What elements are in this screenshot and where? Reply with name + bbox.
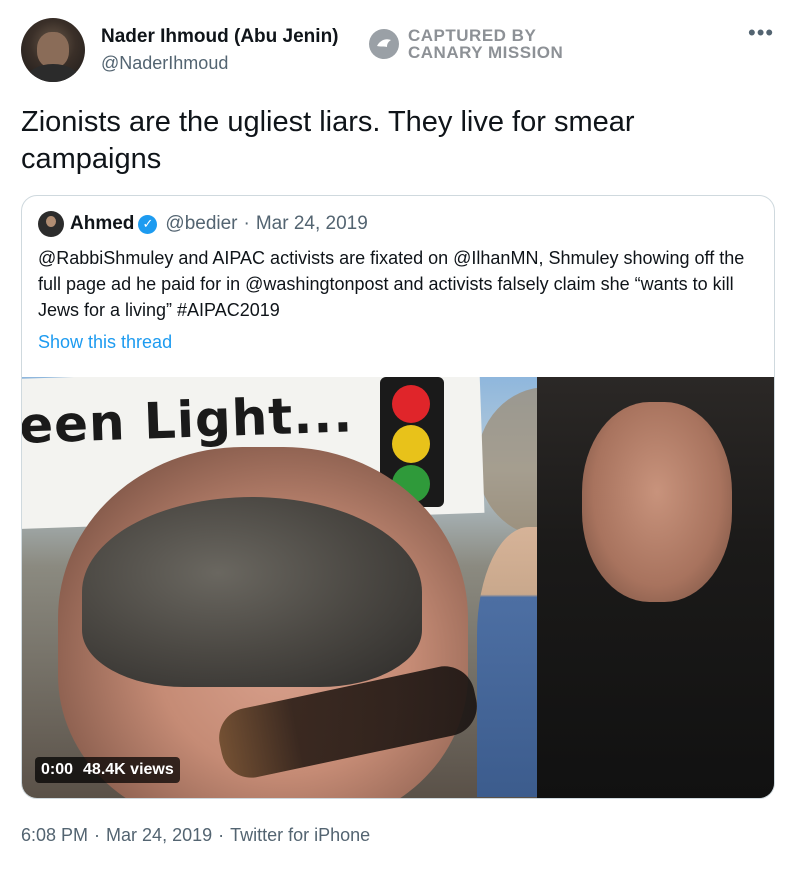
tweet: Nader Ihmoud (Abu Jenin) @NaderIhmoud CA… (0, 0, 800, 874)
tweet-source[interactable]: Twitter for iPhone (230, 825, 370, 845)
quoted-author-avatar[interactable] (38, 211, 64, 237)
video-player[interactable]: een Light... 0:00 48.4K views (22, 377, 774, 798)
separator-dot: · (94, 825, 101, 845)
watermark-line1: CAPTURED BY (408, 26, 537, 45)
video-time: 0:00 (41, 761, 74, 778)
canary-watermark: CAPTURED BY CANARY MISSION (369, 27, 563, 61)
video-status-pill: 0:00 48.4K views (35, 757, 180, 783)
separator-dot: · (218, 825, 225, 845)
quoted-tweet[interactable]: Ahmed ✓ @bedier · Mar 24, 2019 @RabbiShm… (21, 195, 775, 799)
author-avatar[interactable] (21, 18, 85, 82)
canary-logo-icon (369, 29, 399, 59)
quoted-author-name[interactable]: Ahmed (70, 213, 134, 235)
quoted-tweet-header: Ahmed ✓ @bedier · Mar 24, 2019 (38, 211, 368, 237)
author-handle[interactable]: @NaderIhmoud (101, 53, 228, 74)
tweet-time[interactable]: 6:08 PM (21, 825, 88, 845)
tweet-date[interactable]: Mar 24, 2019 (106, 825, 212, 845)
tweet-text: Zionists are the ugliest liars. They liv… (21, 106, 635, 175)
quoted-date[interactable]: Mar 24, 2019 (256, 213, 368, 235)
author-name[interactable]: Nader Ihmoud (Abu Jenin) (101, 26, 339, 48)
right-person-face (582, 402, 732, 602)
watermark-line2: CANARY MISSION (408, 43, 564, 62)
video-views: 48.4K views (83, 761, 174, 778)
quoted-author-handle[interactable]: @bedier (165, 213, 237, 235)
separator-dot: · (243, 213, 250, 234)
ellipsis-icon[interactable]: ••• (748, 20, 774, 46)
show-thread-link[interactable]: Show this thread (38, 332, 172, 353)
foreground-person (58, 447, 483, 798)
tweet-footer: 6:08 PM · Mar 24, 2019 · Twitter for iPhone (21, 825, 370, 846)
quoted-tweet-text: @RabbiShmuley and AIPAC activists are fi… (38, 248, 745, 320)
verified-badge-icon: ✓ (138, 214, 158, 234)
